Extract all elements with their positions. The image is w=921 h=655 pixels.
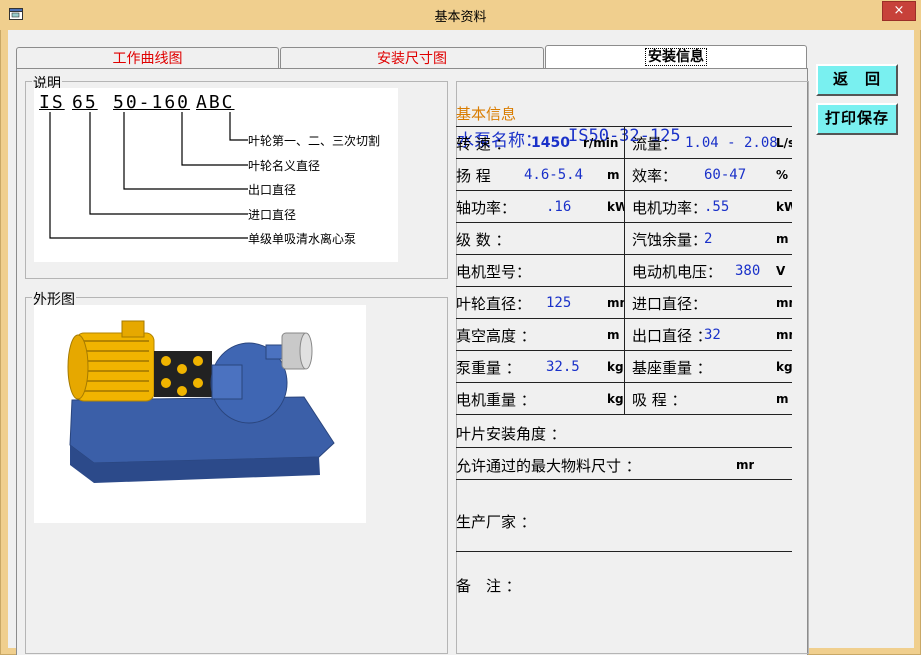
field-label: 汽蚀余量： bbox=[632, 231, 708, 249]
field-unit: m bbox=[776, 232, 789, 246]
field-unit: kW bbox=[776, 200, 792, 214]
field-label: 电机型号： bbox=[456, 263, 532, 281]
field-unit: mm bbox=[776, 328, 792, 342]
code-outlet-impeller: 50-160 bbox=[113, 92, 191, 113]
field-value: 32 bbox=[704, 327, 721, 343]
field-label: 转 速 ： bbox=[456, 135, 511, 153]
legend-outlet: 出口直径 bbox=[248, 183, 297, 197]
client-area: 工作曲线图 安装尺寸图 安装信息 说明 IS 65 50-160 ABC 叶轮第… bbox=[8, 30, 914, 655]
info-group-label: 基本信息 bbox=[456, 105, 517, 123]
field-label: 电动机电压： bbox=[632, 263, 723, 281]
field-label: 基座重量 ： bbox=[632, 359, 712, 377]
field-unit: kg bbox=[776, 360, 792, 374]
legend-cut: 叶轮第一、二、三次切割 bbox=[248, 134, 381, 148]
field-unit: kg bbox=[607, 360, 624, 374]
pump-photo bbox=[34, 305, 366, 523]
col-divider bbox=[624, 350, 625, 382]
code-cut: ABC bbox=[196, 92, 235, 113]
row-divider bbox=[456, 414, 792, 415]
model-code-legend: IS 65 50-160 ABC 叶轮第一、二、三次切割 叶轮名义直径 出口直径… bbox=[34, 88, 398, 262]
field-value: .55 bbox=[704, 199, 730, 215]
field-unit: L/s bbox=[776, 136, 792, 150]
field-unit: % bbox=[776, 168, 789, 182]
field-unit: m bbox=[607, 168, 620, 182]
field-label: 真空高度 ： bbox=[456, 327, 536, 345]
tab-label: 安装尺寸图 bbox=[377, 51, 447, 67]
divider bbox=[456, 479, 792, 480]
legend-inlet: 进口直径 bbox=[248, 208, 297, 222]
field-label: 效率： bbox=[632, 167, 678, 185]
field-label: 出口直径 ： bbox=[632, 327, 712, 345]
field-value: 125 bbox=[546, 295, 572, 311]
col-divider bbox=[624, 286, 625, 318]
field-label: 电机重量 ： bbox=[456, 391, 536, 409]
code-is: IS bbox=[39, 92, 65, 113]
field-label: 级 数 ： bbox=[456, 231, 511, 249]
col-divider bbox=[624, 190, 625, 222]
back-button[interactable]: 返 回 bbox=[816, 64, 898, 96]
field-unit: kW bbox=[607, 200, 624, 214]
max-particle-label: 允许通过的最大物料尺寸 ： bbox=[456, 457, 641, 475]
field-value: 2 bbox=[704, 231, 713, 247]
field-label: 叶轮直径： bbox=[456, 295, 532, 313]
field-label: 轴功率： bbox=[456, 199, 517, 217]
field-unit: kg bbox=[607, 392, 624, 406]
pump-illustration bbox=[67, 320, 335, 483]
manufacturer-label: 生产厂家 ： bbox=[456, 513, 536, 531]
divider bbox=[456, 447, 792, 448]
col-divider bbox=[624, 254, 625, 286]
field-label: 流量： bbox=[632, 135, 678, 153]
field-value: 1.04 - 2.08 bbox=[685, 135, 778, 151]
field-value: 380 bbox=[735, 263, 761, 279]
tab-label: 安装信息 bbox=[645, 48, 707, 66]
field-value: 60-47 bbox=[704, 167, 747, 183]
legend-pump-type: 单级单吸清水离心泵 bbox=[248, 232, 357, 246]
field-unit: m bbox=[607, 328, 620, 342]
legend-impeller: 叶轮名义直径 bbox=[248, 159, 321, 173]
max-particle-unit: mr bbox=[736, 458, 755, 472]
close-button[interactable]: × bbox=[882, 1, 916, 21]
col-divider bbox=[624, 222, 625, 254]
field-value: 32.5 bbox=[546, 359, 580, 375]
field-unit: mm bbox=[776, 296, 792, 310]
col-divider bbox=[624, 158, 625, 190]
field-label: 吸 程 ： bbox=[632, 391, 687, 409]
remark-label: 备 注 ： bbox=[456, 577, 521, 595]
print-save-button[interactable]: 打印保存 bbox=[816, 103, 898, 135]
field-value: .16 bbox=[546, 199, 572, 215]
code-inlet: 65 bbox=[72, 92, 98, 113]
blade-angle-label: 叶片安装角度 ： bbox=[456, 425, 566, 443]
divider bbox=[456, 551, 792, 552]
title-bar[interactable]: 基本资料 × bbox=[0, 0, 921, 30]
field-unit: mm bbox=[607, 296, 624, 310]
field-value: 4.6-5.4 bbox=[524, 167, 584, 183]
field-label: 扬 程 bbox=[456, 167, 491, 185]
col-divider bbox=[624, 318, 625, 350]
field-unit: m bbox=[776, 392, 789, 406]
field-unit: r/min bbox=[583, 136, 619, 150]
field-unit: V bbox=[776, 264, 786, 278]
col-divider bbox=[624, 382, 625, 414]
window-title: 基本资料 bbox=[434, 10, 487, 25]
field-label: 电机功率： bbox=[632, 199, 708, 217]
field-value: 1450 bbox=[531, 135, 570, 151]
field-label: 泵重量 ： bbox=[456, 359, 521, 377]
tab-label: 工作曲线图 bbox=[112, 51, 183, 67]
field-label: 进口直径： bbox=[632, 295, 708, 313]
